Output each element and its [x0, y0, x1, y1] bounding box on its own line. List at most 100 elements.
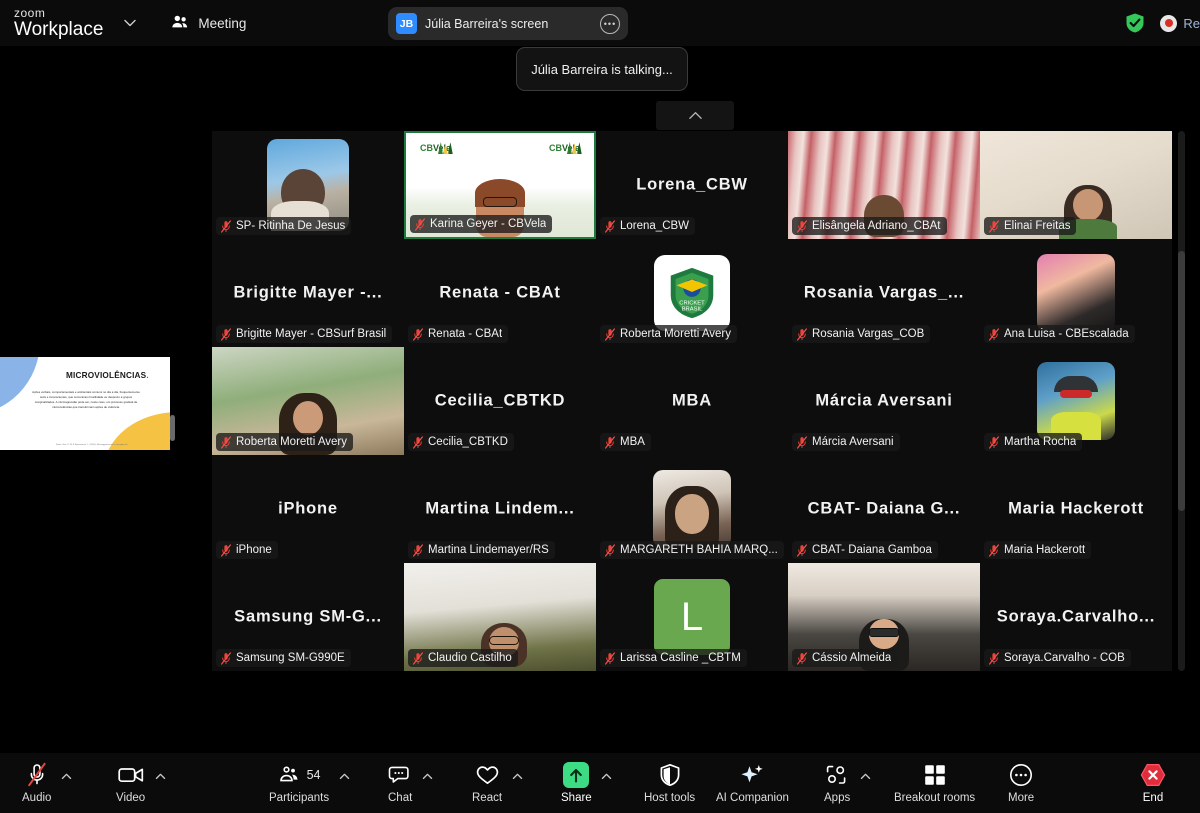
- svg-text:BRASIL: BRASIL: [682, 306, 703, 312]
- gallery-scroll-up-button[interactable]: [656, 101, 734, 130]
- participant-name: MBA: [620, 436, 645, 448]
- gallery-scrollbar-thumb[interactable]: [1178, 251, 1185, 511]
- toolbar-apps-options-caret[interactable]: [857, 753, 873, 813]
- participant-name: SP- Ritinha De Jesus: [236, 220, 346, 232]
- toolbar-label: Chat: [388, 792, 413, 804]
- participant-display-name-large: iPhone: [278, 499, 338, 518]
- thumbnail-scrollbar[interactable]: [170, 415, 175, 441]
- participant-name: Cássio Almeida: [812, 652, 892, 664]
- toolbar-participants-options-caret[interactable]: [336, 753, 352, 813]
- participant-tile[interactable]: CRICKET BRASIL Roberta Moretti Avery: [596, 239, 788, 347]
- participant-tile[interactable]: iPhone iPhone: [212, 455, 404, 563]
- chevron-up-icon: [155, 773, 165, 779]
- participant-name: Cecilia_CBTKD: [428, 436, 508, 448]
- share-arrow-up-icon: [563, 762, 590, 788]
- participant-initial-avatar: L: [654, 579, 730, 655]
- participant-tile[interactable]: Ana Luisa - CBEscalada: [980, 239, 1172, 347]
- participant-tile[interactable]: Samsung SM-G... Samsung SM-G990E: [212, 563, 404, 671]
- participant-tile[interactable]: Martina Lindem... Martina Lindemayer/RS: [404, 455, 596, 563]
- toolbar-host-tools-button[interactable]: Host tools: [644, 753, 695, 813]
- cbvela-logo: CBVela: [420, 142, 453, 154]
- chevron-up-icon: [860, 773, 870, 779]
- meeting-label: Meeting: [198, 15, 247, 31]
- participant-display-name-large: Soraya.Carvalho...: [996, 607, 1156, 626]
- toolbar-end-button[interactable]: End: [1140, 753, 1166, 813]
- participant-name-badge: Lorena_CBW: [600, 217, 696, 235]
- participant-name-badge: Samsung SM-G990E: [216, 649, 351, 667]
- participant-display-name-large: Cecilia_CBTKD: [434, 391, 566, 410]
- microphone-muted-icon: [221, 219, 231, 233]
- cricket-brasil-logo: CRICKETBRASIL: [670, 267, 714, 319]
- screen-share-indicator[interactable]: JB Júlia Barreira's screen •••: [388, 7, 628, 40]
- participant-tile[interactable]: Lorena_CBW Lorena_CBW: [596, 131, 788, 239]
- participant-name: Martha Rocha: [1004, 436, 1077, 448]
- participant-tile[interactable]: CBAT- Daiana G... CBAT- Daiana Gamboa: [788, 455, 980, 563]
- microphone-muted-icon: [221, 543, 231, 557]
- chevron-up-icon: [61, 773, 72, 779]
- participant-name-badge: Maria Hackerott: [984, 541, 1092, 559]
- toolbar-label: Participants: [269, 792, 330, 804]
- microphone-muted-icon: [221, 327, 231, 341]
- participant-tile[interactable]: Brigitte Mayer -... Brigitte Mayer - CBSu…: [212, 239, 404, 347]
- participant-tile[interactable]: Martha Rocha: [980, 347, 1172, 455]
- participant-tile[interactable]: Márcia Aversani Márcia Aversani: [788, 347, 980, 455]
- toolbar-breakout-rooms-button[interactable]: Breakout rooms: [894, 753, 975, 813]
- participant-tile[interactable]: Roberta Moretti Avery: [212, 347, 404, 455]
- participant-tile[interactable]: Cássio Almeida: [788, 563, 980, 671]
- participant-tile[interactable]: Elinai Freitas: [980, 131, 1172, 239]
- toolbar-chat-options-caret[interactable]: [419, 753, 435, 813]
- participant-tile[interactable]: Maria Hackerott Maria Hackerott: [980, 455, 1172, 563]
- microphone-muted-icon: [797, 651, 807, 665]
- toolbar-label: AI Companion: [716, 792, 789, 804]
- participant-tile[interactable]: Elisângela Adriano_CBAt: [788, 131, 980, 239]
- toolbar-label: More: [1008, 792, 1035, 804]
- toolbar-ai-companion-button[interactable]: AI Companion: [716, 753, 789, 813]
- participant-tile[interactable]: SP- Ritinha De Jesus: [212, 131, 404, 239]
- recording-label: Re: [1183, 15, 1200, 31]
- recording-indicator[interactable]: Re: [1160, 14, 1200, 32]
- microphone-muted-icon: [221, 651, 231, 665]
- participant-name-badge: Cecilia_CBTKD: [408, 433, 514, 451]
- participant-name: Elinai Freitas: [1004, 220, 1071, 232]
- shield-check-icon[interactable]: [1124, 12, 1146, 34]
- participant-tile[interactable]: Soraya.Carvalho... Soraya.Carvalho - COB: [980, 563, 1172, 671]
- shared-screen-thumbnail[interactable]: MICROVIOLÊNCIAS. Ações verbais, comporta…: [0, 357, 170, 450]
- participant-tile[interactable]: Renata - CBAt Renata - CBAt: [404, 239, 596, 347]
- participant-logo-avatar: CRICKET BRASIL: [654, 255, 730, 331]
- toolbar-apps-button[interactable]: Apps: [824, 753, 850, 813]
- people-icon: [278, 762, 302, 788]
- toolbar-react-button[interactable]: React: [472, 753, 502, 813]
- toolbar-audio-button[interactable]: Audio: [22, 753, 51, 813]
- toolbar-video-button[interactable]: Video: [116, 753, 145, 813]
- participant-display-name-large: Samsung SM-G...: [234, 607, 382, 626]
- toolbar-video-options-caret[interactable]: [152, 753, 168, 813]
- participant-tile[interactable]: MARGARETH BAHIA MARQ...: [596, 455, 788, 563]
- participant-tile[interactable]: CBVela CBVela Karina Geyer - CBVela: [404, 131, 596, 239]
- participant-name: Karina Geyer - CBVela: [430, 218, 547, 230]
- end-call-icon: [1140, 762, 1166, 788]
- toolbar-share-button[interactable]: Share: [561, 753, 592, 813]
- chevron-down-icon[interactable]: [117, 10, 143, 36]
- toolbar-participants-button[interactable]: 54 Participants: [269, 753, 329, 813]
- microphone-muted-icon: [797, 435, 807, 449]
- sparkle-icon: [739, 762, 765, 788]
- participant-tile[interactable]: L Larissa Casline _CBTM: [596, 563, 788, 671]
- participant-name: Rosania Vargas_COB: [812, 328, 925, 340]
- grid-squares-icon: [923, 762, 947, 788]
- toolbar-more-button[interactable]: More: [1008, 753, 1034, 813]
- camera-icon: [117, 762, 144, 788]
- toolbar-share-options-caret[interactable]: [599, 753, 615, 813]
- participant-name-badge: CBAT- Daiana Gamboa: [792, 541, 938, 559]
- meeting-tab[interactable]: Meeting: [171, 13, 246, 34]
- participant-tile[interactable]: Claudio Castilho: [404, 563, 596, 671]
- gallery-scrollbar[interactable]: [1178, 131, 1185, 671]
- toolbar-audio-options-caret[interactable]: [58, 753, 74, 813]
- participant-tile[interactable]: Rosania Vargas_... Rosania Vargas_COB: [788, 239, 980, 347]
- participant-tile[interactable]: MBA MBA: [596, 347, 788, 455]
- cbvela-logo: CBVela: [549, 142, 582, 154]
- top-bar: zoom Workplace Meeting JB Júlia Barreira…: [0, 0, 1200, 46]
- toolbar-chat-button[interactable]: Chat: [388, 753, 412, 813]
- toolbar-react-options-caret[interactable]: [509, 753, 525, 813]
- ellipsis-icon[interactable]: •••: [600, 13, 620, 34]
- participant-tile[interactable]: Cecilia_CBTKD Cecilia_CBTKD: [404, 347, 596, 455]
